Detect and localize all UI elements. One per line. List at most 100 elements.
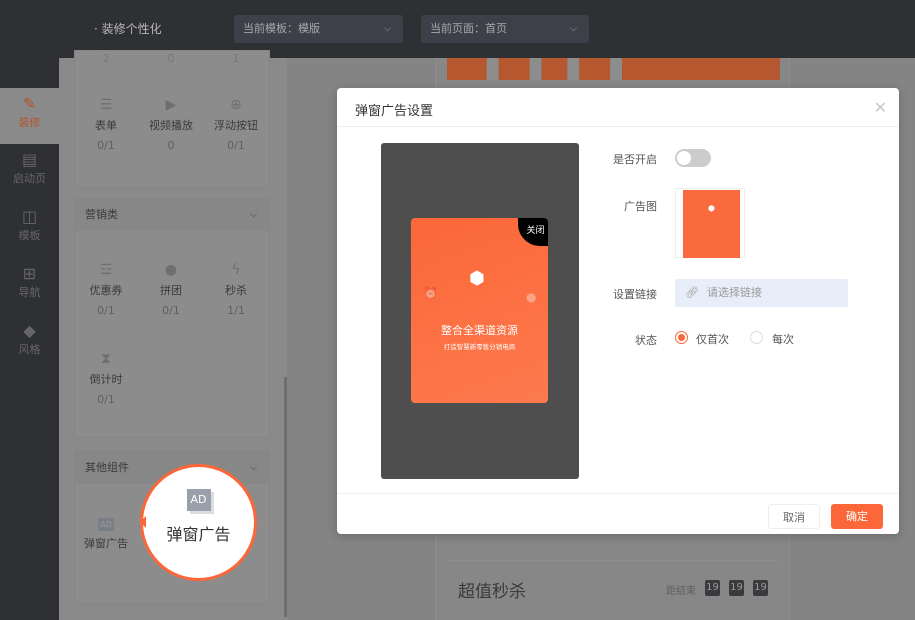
ad-headline: 整合全渠道资源 (441, 324, 518, 337)
preview-banner: ▌▐ ▌▐ (447, 58, 780, 80)
link-label: 设置链接 (613, 288, 657, 301)
countdown-minutes: 19 (729, 580, 744, 596)
nav-item-style[interactable]: ◆ 风格 (0, 315, 59, 371)
component-count: 0/1 (97, 393, 115, 406)
dialog-title: 弹窗广告设置 (337, 88, 899, 127)
component-count: 0/1 (97, 304, 115, 317)
component-countdown[interactable]: ⧗ 倒计时 0/1 (74, 351, 138, 406)
template-select[interactable]: 当前模板：模版 ⌵ (234, 15, 403, 43)
page-select[interactable]: 当前页面：首页 ⌵ (421, 15, 589, 43)
ad-icon-text: AD (98, 518, 114, 531)
radio-label: 每次 (772, 333, 794, 346)
popup-ad-settings-dialog: 弹窗广告设置 ✕ 关闭 ⏰ ● ⬢ 整合全渠道资源 打造智慧新零售分销电商 是否… (337, 88, 899, 534)
component-label: 倒计时 (89, 373, 123, 386)
brush-icon: ✎ (22, 94, 37, 113)
component-count: 0/1 (162, 304, 180, 317)
radio-every-time[interactable] (750, 331, 763, 344)
radio-first-time[interactable] (675, 331, 688, 344)
enable-label: 是否开启 (613, 153, 657, 166)
count-text: 0 (167, 52, 175, 65)
nav-label: 导航 (18, 286, 41, 299)
page-title: · 装修个性化 (94, 22, 162, 36)
ad-icon: AD (74, 515, 138, 535)
count-text: 2 (102, 52, 110, 65)
link-icon: 🔗︎ (685, 286, 699, 299)
status-label: 状态 (635, 334, 657, 347)
countdown-seconds: 19 (753, 580, 768, 596)
image-label: 广告图 (624, 200, 657, 213)
page-icon: ▤ (21, 150, 38, 169)
dialog-footer: 取消 确定 (337, 493, 899, 534)
nav-item-navigation[interactable]: ⊞ 导航 (0, 258, 59, 314)
component-count: 1/1 (227, 304, 245, 317)
radio-label: 仅首次 (696, 333, 729, 346)
component-float-button[interactable]: ⊕ 浮动按钮 0/1 (204, 97, 268, 152)
close-icon[interactable]: ✕ (874, 98, 887, 117)
callout-label: 弹窗广告 (166, 525, 231, 544)
ticket-icon: ☲ (99, 262, 113, 278)
countdown-hours: 19 (705, 580, 720, 596)
chevron-down-icon: ⌵ (250, 210, 257, 220)
nav-label: 风格 (18, 343, 41, 356)
cancel-button[interactable]: 取消 (768, 504, 820, 529)
nav-item-decorate[interactable]: ✎ 装修 (0, 88, 59, 144)
plus-circle-icon: ⊕ (230, 97, 242, 113)
logo-icon: ⬢ (469, 268, 485, 289)
chevron-down-icon: ⌵ (384, 24, 391, 34)
component-form[interactable]: ☰ 表单 0/1 (74, 97, 138, 152)
enable-toggle[interactable] (675, 149, 711, 167)
count-text: 1 (232, 52, 240, 65)
page-select-value: 当前页面：首页 (430, 22, 507, 35)
left-nav: ✎ 装修 ▤ 启动页 ◫ 模板 ⊞ 导航 ◆ 风格 (0, 58, 59, 620)
ad-preview: 关闭 ⏰ ● ⬢ 整合全渠道资源 打造智慧新零售分销电商 (381, 143, 579, 479)
nav-item-template[interactable]: ◫ 模板 (0, 201, 59, 257)
logo-icon: ⬢ (708, 204, 715, 213)
nav-label: 装修 (18, 116, 41, 129)
ad-close-tag[interactable]: 关闭 (518, 218, 548, 246)
component-seckill[interactable]: ϟ 秒杀 1/1 (204, 262, 268, 317)
clock-icon: ⏰ (423, 286, 438, 300)
chevron-down-icon: ⌵ (570, 24, 577, 34)
lightning-icon: ϟ (231, 262, 241, 278)
component-count: 0 (167, 139, 175, 152)
component-group-buy[interactable]: ● 拼团 0/1 (139, 262, 203, 317)
countdown-label: 距结束 (666, 586, 696, 597)
users-icon: ● (164, 262, 178, 278)
component-label: 拼团 (160, 284, 182, 297)
component-count: 0/1 (227, 139, 245, 152)
ad-subtitle: 打造智慧新零售分销电商 (443, 343, 516, 351)
component-label: 弹窗广告 (84, 537, 128, 550)
seckill-title: 超值秒杀 (458, 582, 526, 602)
component-label: 秒杀 (225, 284, 247, 297)
section-title: 营销类 (85, 208, 118, 221)
component-popup-ad[interactable]: AD 弹窗广告 (74, 515, 138, 551)
marketing-header[interactable]: 营销类 ⌵ (75, 199, 269, 231)
template-select-value: 当前模板：模版 (243, 22, 320, 35)
popup-ad-callout: AD 弹窗广告 (140, 464, 257, 581)
ad-image: 关闭 ⏰ ● ⬢ 整合全渠道资源 打造智慧新零售分销电商 (411, 218, 548, 403)
hourglass-icon: ⧗ (101, 351, 111, 367)
ad-icon: AD (186, 489, 211, 511)
component-label: 视频播放 (149, 119, 193, 132)
confirm-button[interactable]: 确定 (831, 504, 883, 529)
users-icon: ● (526, 290, 537, 304)
component-label: 表单 (95, 119, 117, 132)
ad-image-thumbnail[interactable]: ⬢ (675, 188, 745, 258)
component-count: 0/1 (97, 139, 115, 152)
seckill-section: 超值秒杀 距结束 19 19 19 (446, 560, 780, 620)
play-icon: ▶ (165, 97, 177, 113)
template-icon: ◫ (21, 207, 38, 226)
nav-item-launch-page[interactable]: ▤ 启动页 (0, 144, 59, 200)
component-label: 浮动按钮 (214, 119, 258, 132)
list-icon: ☰ (99, 97, 113, 113)
nav-label: 启动页 (13, 172, 46, 185)
component-coupon[interactable]: ☲ 优惠券 0/1 (74, 262, 138, 317)
nav-label: 模板 (18, 229, 41, 242)
thumbnail-image: ⬢ (683, 190, 740, 258)
link-input[interactable]: 🔗︎ 请选择链接 (675, 279, 848, 307)
grid-icon: ⊞ (22, 264, 37, 283)
panel-scrollbar[interactable] (284, 377, 287, 617)
component-video[interactable]: ▶ 视频播放 0 (139, 97, 203, 152)
link-placeholder: 请选择链接 (707, 286, 762, 299)
section-title: 其他组件 (85, 461, 129, 474)
